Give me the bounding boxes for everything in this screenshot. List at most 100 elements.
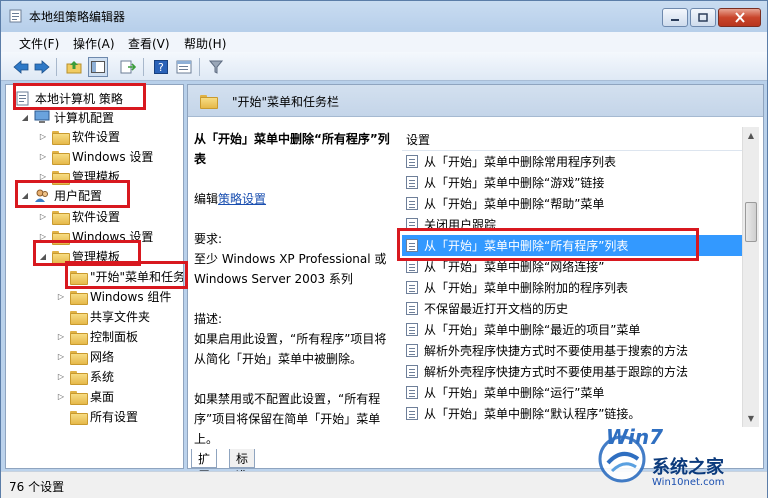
tree-item-windows-settings[interactable]: ▷ Windows 设置 — [38, 146, 153, 166]
tab-extended[interactable]: 扩展 — [191, 449, 218, 483]
forward-button[interactable] — [32, 57, 52, 77]
back-button[interactable] — [11, 57, 31, 77]
export-list-button[interactable] — [118, 57, 138, 77]
minimize-icon — [671, 18, 679, 21]
svg-text:?: ? — [158, 61, 164, 74]
app-window: 本地组策略编辑器 文件(F) 操作(A) 查看(V) 帮助(H) ? 本地计算机… — [0, 0, 768, 498]
menu-file[interactable]: 文件(F) — [19, 35, 59, 52]
tree-item-user-windows-settings[interactable]: ▷ Windows 设置 — [38, 226, 153, 246]
help-button[interactable]: ? — [151, 57, 171, 77]
list-item[interactable]: 不保留最近打开文档的历史 — [402, 298, 742, 319]
setting-icon — [406, 239, 418, 252]
up-folder-button[interactable] — [64, 57, 84, 77]
help-icon: ? — [154, 60, 168, 74]
expand-arrow-icon[interactable]: ▷ — [38, 231, 48, 241]
tree-item-all-settings[interactable]: 所有设置 — [70, 406, 138, 426]
edit-policy-settings-link[interactable]: 策略设置 — [218, 192, 266, 206]
setting-icon — [406, 155, 418, 168]
collapse-arrow-icon[interactable]: ◢ — [20, 112, 30, 122]
tab-standard[interactable]: 标准 — [229, 449, 256, 483]
console-tree: 本地计算机 策略 ◢ 计算机配置 ▷ 软件设置 ▷ Windows 设置 ▷ 管… — [5, 84, 184, 469]
close-button[interactable] — [718, 8, 761, 27]
list-item[interactable]: 从「开始」菜单中删除“游戏”链接 — [402, 172, 742, 193]
expand-arrow-icon[interactable]: ▷ — [56, 371, 66, 381]
tree-item-label: 管理模板 — [72, 169, 121, 184]
folder-icon — [70, 370, 88, 385]
setting-icon — [406, 281, 418, 294]
tree-item-start-menu-taskbar[interactable]: "开始"菜单和任务栏 — [70, 266, 183, 286]
collapse-arrow-icon[interactable]: ◢ — [20, 190, 30, 200]
tree-item-system[interactable]: ▷ 系统 — [56, 366, 114, 386]
setting-icon — [406, 365, 418, 378]
expand-arrow-icon[interactable]: ▷ — [38, 151, 48, 161]
console-tree-icon — [91, 61, 105, 73]
maximize-button[interactable] — [690, 8, 716, 27]
minimize-button[interactable] — [662, 8, 688, 27]
menu-action[interactable]: 操作(A) — [73, 35, 115, 52]
list-item[interactable]: 从「开始」菜单中删除附加的程序列表 — [402, 277, 742, 298]
expand-arrow-icon[interactable]: ▷ — [38, 211, 48, 221]
show-hide-tree-button[interactable] — [88, 57, 108, 77]
collapse-arrow-icon[interactable]: ◢ — [38, 251, 48, 261]
toolbar: ? — [1, 52, 767, 81]
list-item[interactable]: 从「开始」菜单中删除“默认程序”链接。 — [402, 403, 742, 424]
tree-item-label: Windows 组件 — [90, 289, 172, 304]
list-item-label: 关闭用户跟踪 — [424, 218, 497, 232]
tree-item-control-panel[interactable]: ▷ 控制面板 — [56, 326, 138, 346]
status-bar: 76 个设置 — [1, 471, 767, 498]
tree-item-user-admin-templates[interactable]: ◢ 管理模板 — [38, 246, 120, 266]
expand-arrow-icon[interactable]: ▷ — [38, 171, 48, 181]
tree-item-label: 共享文件夹 — [90, 309, 151, 324]
filter-button[interactable] — [206, 57, 226, 77]
properties-button[interactable] — [174, 57, 194, 77]
properties-icon — [176, 60, 192, 74]
menu-help[interactable]: 帮助(H) — [184, 35, 226, 52]
list-item[interactable]: 从「开始」菜单中删除“最近的项目”菜单 — [402, 319, 742, 340]
tree-item-network[interactable]: ▷ 网络 — [56, 346, 114, 366]
list-item[interactable]: 从「开始」菜单中删除“运行”菜单 — [402, 382, 742, 403]
expand-arrow-icon[interactable]: ▷ — [56, 391, 66, 401]
edit-policy-line: 编辑策略设置 — [194, 189, 390, 209]
list-item[interactable]: 从「开始」菜单中删除“网络连接” — [402, 256, 742, 277]
tree-item-shared-folders[interactable]: 共享文件夹 — [70, 306, 150, 326]
settings-column-header[interactable]: 设置 — [402, 127, 742, 151]
expand-arrow-icon[interactable]: ▷ — [56, 351, 66, 361]
list-item[interactable]: 解析外壳程序快捷方式时不要使用基于搜索的方法 — [402, 340, 742, 361]
tree-item-admin-templates[interactable]: ▷ 管理模板 — [38, 166, 120, 186]
details-header-title: "开始"菜单和任务栏 — [232, 95, 340, 109]
description-label: 描述: — [194, 312, 223, 326]
list-item-selected[interactable]: 从「开始」菜单中删除“所有程序”列表 — [402, 235, 742, 256]
folder-icon — [70, 410, 88, 425]
forward-arrow-icon — [34, 60, 50, 74]
expand-arrow-icon[interactable]: ▷ — [56, 331, 66, 341]
tree-item-windows-components[interactable]: ▷ Windows 组件 — [56, 286, 171, 306]
menu-view[interactable]: 查看(V) — [128, 35, 170, 52]
folder-icon — [70, 330, 88, 345]
list-item-label: 解析外壳程序快捷方式时不要使用基于跟踪的方法 — [424, 365, 689, 379]
tree-item-local-policy[interactable]: 本地计算机 策略 — [16, 88, 123, 108]
tree-item-user-software-settings[interactable]: ▷ 软件设置 — [38, 206, 120, 226]
tree-item-user-config[interactable]: ◢ 用户配置 — [20, 185, 102, 205]
expand-arrow-icon[interactable]: ▷ — [38, 131, 48, 141]
list-item[interactable]: 关闭用户跟踪 — [402, 214, 742, 235]
folder-icon — [52, 130, 70, 145]
tree-item-computer-config[interactable]: ◢ 计算机配置 — [20, 107, 114, 127]
vertical-scrollbar[interactable]: ▲ ▼ — [742, 127, 759, 427]
tree-item-label: 网络 — [90, 349, 115, 364]
scroll-down-icon[interactable]: ▼ — [743, 410, 759, 426]
folder-icon — [70, 290, 88, 305]
tree-item-label: 计算机配置 — [54, 110, 115, 125]
menu-bar: 文件(F) 操作(A) 查看(V) 帮助(H) — [1, 32, 767, 52]
expand-arrow-icon[interactable]: ▷ — [56, 291, 66, 301]
extended-description: 从「开始」菜单中删除“所有程序”列表 编辑策略设置 要求: 至少 Windows… — [194, 129, 390, 468]
list-item-label: 从「开始」菜单中删除常用程序列表 — [424, 155, 617, 169]
list-item[interactable]: 从「开始」菜单中删除常用程序列表 — [402, 151, 742, 172]
list-item[interactable]: 从「开始」菜单中删除“帮助”菜单 — [402, 193, 742, 214]
list-item[interactable]: 解析外壳程序快捷方式时不要使用基于跟踪的方法 — [402, 361, 742, 382]
maximize-icon — [698, 13, 708, 22]
scroll-up-icon[interactable]: ▲ — [743, 127, 759, 143]
tree-item-desktop[interactable]: ▷ 桌面 — [56, 386, 114, 406]
scroll-thumb[interactable] — [745, 202, 757, 242]
tree-item-software-settings[interactable]: ▷ 软件设置 — [38, 126, 120, 146]
close-icon — [734, 12, 745, 23]
